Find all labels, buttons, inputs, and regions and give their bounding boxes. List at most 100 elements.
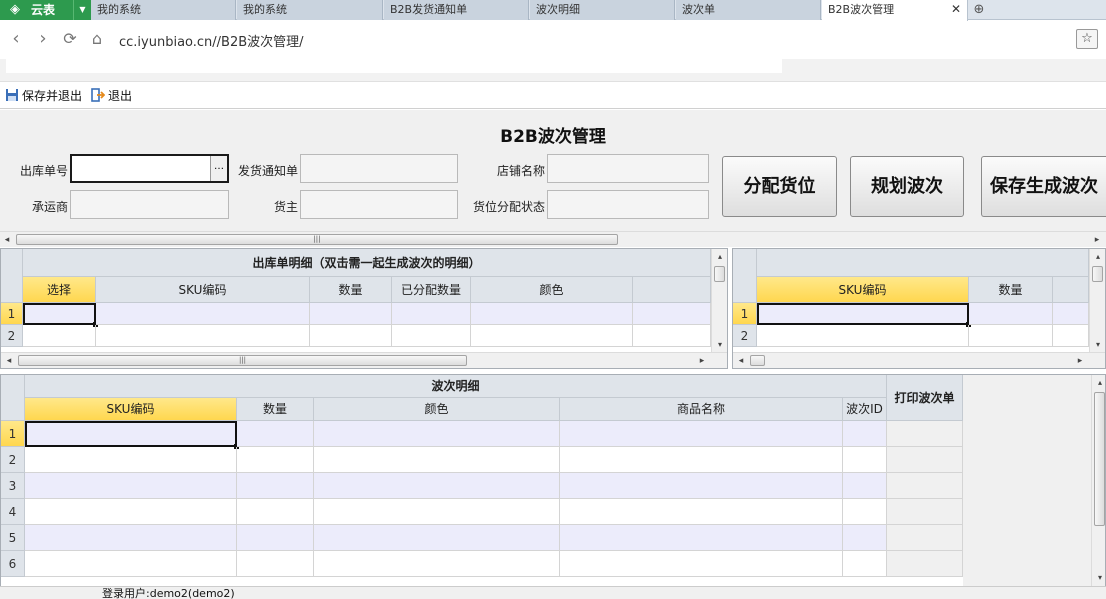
brand-menu[interactable]: ◈ 云表 ▼ bbox=[0, 0, 91, 20]
grid-cell[interactable] bbox=[96, 303, 310, 325]
grid-cell[interactable] bbox=[25, 447, 237, 473]
save-generate-wave-button[interactable]: 保存生成波次 bbox=[981, 156, 1106, 217]
col-header-allocated[interactable]: 已分配数量 bbox=[392, 277, 471, 303]
tab-wave-order[interactable]: 波次单 bbox=[676, 0, 821, 20]
shop-name-input[interactable] bbox=[547, 154, 709, 183]
scroll-down-icon[interactable]: ▾ bbox=[1091, 338, 1105, 352]
row-header[interactable]: 6 bbox=[1, 551, 25, 577]
tab-my-system-1[interactable]: 我的系统 bbox=[91, 0, 236, 20]
grid-cell[interactable] bbox=[560, 421, 843, 447]
col-header-qty[interactable]: 数量 bbox=[237, 398, 314, 421]
delivery-notice-input[interactable] bbox=[300, 154, 458, 183]
grid-cell[interactable] bbox=[25, 499, 237, 525]
grid-cell[interactable] bbox=[633, 325, 711, 347]
print-wave-order-button[interactable]: 打印波次单 bbox=[887, 375, 963, 421]
tab-wave-detail[interactable]: 波次明细 bbox=[530, 0, 675, 20]
carrier-input[interactable] bbox=[70, 190, 229, 219]
grid-cell[interactable] bbox=[843, 499, 887, 525]
allocate-location-button[interactable]: 分配货位 bbox=[722, 156, 837, 217]
row-header[interactable]: 1 bbox=[1, 421, 25, 447]
scroll-thumb[interactable]: ||| bbox=[18, 355, 467, 366]
exit-button[interactable]: 退出 bbox=[91, 87, 132, 105]
col-header-sku[interactable]: SKU编码 bbox=[757, 277, 969, 303]
form-horizontal-scrollbar[interactable]: ◂ ||| ▸ bbox=[0, 231, 1106, 247]
grid-cell[interactable] bbox=[757, 303, 971, 327]
grid-cell[interactable] bbox=[560, 525, 843, 551]
grid-cell[interactable] bbox=[843, 473, 887, 499]
chevron-down-icon[interactable]: ▼ bbox=[73, 0, 91, 20]
grid-cell[interactable] bbox=[471, 303, 633, 325]
grid-cell[interactable] bbox=[237, 499, 314, 525]
new-tab-icon[interactable]: ⊕ bbox=[970, 1, 988, 19]
grid-cell[interactable] bbox=[23, 303, 98, 327]
scroll-down-icon[interactable]: ▾ bbox=[713, 338, 727, 352]
row-header[interactable]: 1 bbox=[1, 303, 23, 325]
row-header[interactable]: 4 bbox=[1, 499, 25, 525]
col-header-product-name[interactable]: 商品名称 bbox=[560, 398, 843, 421]
grid-cell[interactable] bbox=[314, 551, 560, 577]
grid-cell[interactable] bbox=[310, 325, 392, 347]
scroll-up-icon[interactable]: ▴ bbox=[1091, 250, 1105, 264]
grid-cell[interactable] bbox=[237, 421, 314, 447]
tab-b2b-wave-management[interactable]: B2B波次管理 ✕ bbox=[822, 0, 968, 21]
reload-icon[interactable]: ⟳ bbox=[60, 29, 80, 51]
row-header[interactable]: 5 bbox=[1, 525, 25, 551]
grid-cell[interactable] bbox=[314, 525, 560, 551]
grid-cell[interactable] bbox=[560, 447, 843, 473]
grid-cell[interactable] bbox=[843, 447, 887, 473]
scroll-right-icon[interactable]: ▸ bbox=[1090, 233, 1104, 247]
grid1-vertical-scrollbar[interactable]: ▴ ▾ bbox=[711, 249, 727, 353]
grid-cell[interactable] bbox=[237, 551, 314, 577]
scroll-left-icon[interactable]: ◂ bbox=[0, 233, 14, 247]
scroll-down-icon[interactable]: ▾ bbox=[1093, 571, 1105, 585]
scroll-thumb[interactable] bbox=[1094, 392, 1105, 526]
col-header-qty[interactable]: 数量 bbox=[969, 277, 1053, 303]
grid2-horizontal-scrollbar[interactable]: ◂ ▸ bbox=[733, 352, 1105, 368]
location-status-input[interactable] bbox=[547, 190, 709, 219]
grid-cell[interactable] bbox=[25, 473, 237, 499]
url-text[interactable]: cc.iyunbiao.cn//B2B波次管理/ bbox=[119, 31, 304, 50]
grid-cell[interactable] bbox=[96, 325, 310, 347]
save-exit-button[interactable]: 保存并退出 bbox=[5, 87, 82, 105]
grid-cell[interactable] bbox=[757, 325, 969, 347]
grid-cell[interactable] bbox=[314, 447, 560, 473]
scroll-up-icon[interactable]: ▴ bbox=[713, 250, 727, 264]
home-icon[interactable]: ⌂ bbox=[87, 29, 107, 51]
grid-cell[interactable] bbox=[25, 551, 237, 577]
grid-cell[interactable] bbox=[237, 447, 314, 473]
grid-cell[interactable] bbox=[560, 473, 843, 499]
grid-cell[interactable] bbox=[471, 325, 633, 347]
grid-cell[interactable] bbox=[392, 325, 471, 347]
scroll-thumb[interactable] bbox=[714, 266, 725, 282]
star-icon[interactable]: ☆ bbox=[1076, 29, 1098, 49]
scroll-right-icon[interactable]: ▸ bbox=[1073, 354, 1087, 368]
grid-cell[interactable] bbox=[314, 473, 560, 499]
grid3-vertical-scrollbar[interactable]: ▴ ▾ bbox=[1091, 375, 1105, 586]
grid-cell[interactable] bbox=[237, 473, 314, 499]
grid-cell[interactable] bbox=[843, 421, 887, 447]
row-header[interactable]: 2 bbox=[733, 325, 757, 347]
grid-cell[interactable] bbox=[25, 421, 239, 449]
grid-cell[interactable] bbox=[310, 303, 392, 325]
scroll-up-icon[interactable]: ▴ bbox=[1093, 376, 1105, 390]
row-header[interactable]: 2 bbox=[1, 325, 23, 347]
grid-cell[interactable] bbox=[560, 551, 843, 577]
row-header[interactable]: 3 bbox=[1, 473, 25, 499]
owner-input[interactable] bbox=[300, 190, 458, 219]
grid-cell[interactable] bbox=[633, 303, 711, 325]
forward-icon[interactable]: › bbox=[33, 29, 53, 51]
grid2-vertical-scrollbar[interactable]: ▴ ▾ bbox=[1089, 249, 1105, 353]
scroll-left-icon[interactable]: ◂ bbox=[2, 354, 16, 368]
row-header[interactable]: 1 bbox=[733, 303, 757, 325]
ellipsis-icon[interactable]: … bbox=[210, 156, 227, 181]
scroll-left-icon[interactable]: ◂ bbox=[734, 354, 748, 368]
col-header-color[interactable]: 颜色 bbox=[314, 398, 560, 421]
plan-wave-button[interactable]: 规划波次 bbox=[850, 156, 964, 217]
scroll-thumb[interactable] bbox=[750, 355, 765, 366]
grid-cell[interactable] bbox=[843, 525, 887, 551]
outbound-no-input[interactable]: … bbox=[70, 154, 229, 183]
grid-cell[interactable] bbox=[392, 303, 471, 325]
grid-cell[interactable] bbox=[23, 325, 96, 347]
scroll-thumb[interactable] bbox=[1092, 266, 1103, 282]
grid-cell[interactable] bbox=[237, 525, 314, 551]
